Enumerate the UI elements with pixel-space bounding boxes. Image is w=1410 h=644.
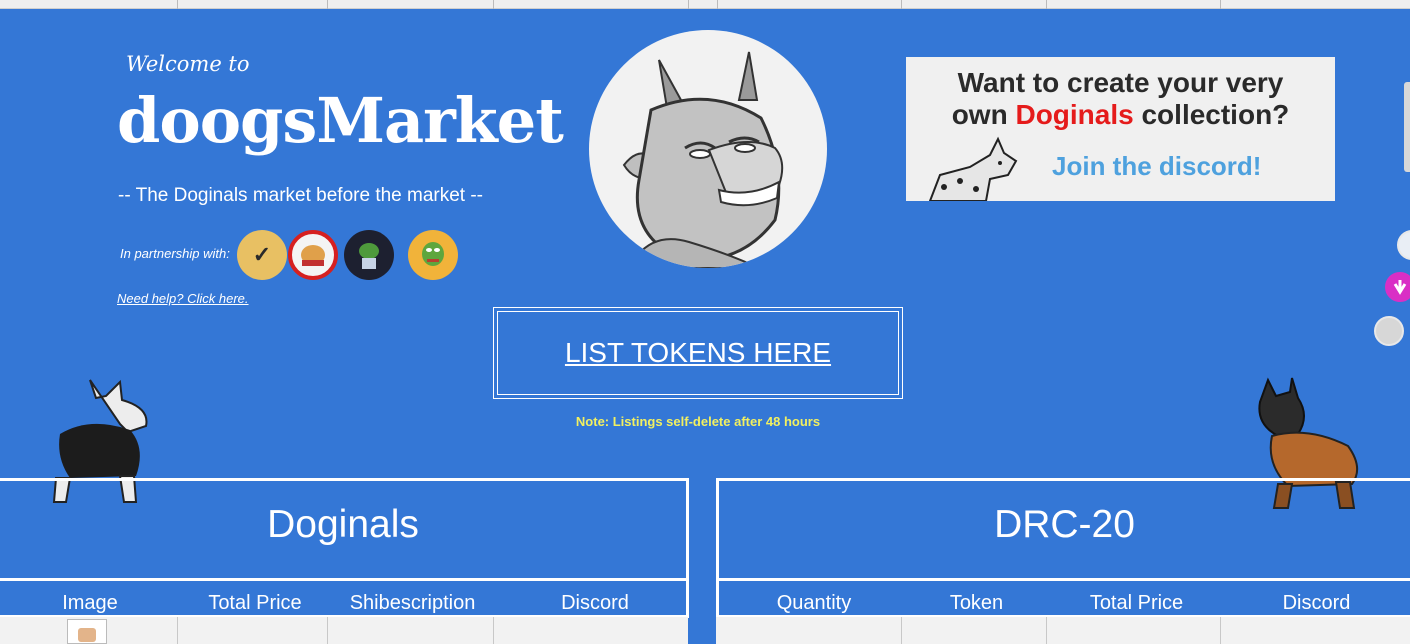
table-cell-divider <box>177 617 178 644</box>
top-table-strip <box>0 0 1410 9</box>
table-cell-divider <box>327 617 328 644</box>
promo-line2-end: collection? <box>1133 99 1290 130</box>
promo-line2-start: own <box>951 99 1016 130</box>
promo-headline: Want to create your very own Doginals co… <box>906 67 1335 131</box>
thumbnail-preview <box>78 628 96 642</box>
table-cell-divider <box>327 0 328 9</box>
hand-icon <box>1393 280 1407 295</box>
goat-avatar-icon[interactable] <box>1397 230 1410 260</box>
goat-promo-icon <box>928 136 1018 201</box>
pink-hand-icon[interactable] <box>1385 272 1410 302</box>
dogepay-icon <box>301 245 325 266</box>
column-header-total-price: Total Price <box>1089 592 1184 614</box>
column-header-shibescription: Shibescription <box>349 592 476 614</box>
column-header-token: Token <box>949 592 1004 614</box>
table-cell-divider <box>1046 617 1047 644</box>
table-cell-divider <box>717 0 718 9</box>
goat-small-icon[interactable] <box>1374 316 1404 346</box>
checkmark-doge-logo[interactable]: ✓ <box>237 230 287 280</box>
panel-divider <box>0 578 686 581</box>
column-header-discord: Discord <box>561 592 629 614</box>
help-link[interactable]: Need help? Click here. <box>117 291 249 306</box>
table-cell-divider <box>688 0 689 9</box>
goat-mascot-avatar <box>589 30 827 268</box>
discord-promo-banner[interactable]: Want to create your very own Doginals co… <box>906 57 1335 201</box>
column-header-total-price: Total Price <box>208 592 302 614</box>
partner-label: In partnership with: <box>120 246 230 261</box>
listing-note: Note: Listings self-delete after 48 hour… <box>575 414 821 429</box>
list-tokens-label: LIST TOKENS HERE <box>564 337 832 368</box>
pepe-logo[interactable] <box>408 230 458 280</box>
column-header-discord: Discord <box>1282 592 1351 614</box>
pepe-frog-icon <box>422 242 444 266</box>
side-panel-tab[interactable] <box>1404 82 1410 172</box>
promo-doginals-highlight: Doginals <box>1015 99 1134 130</box>
doginals-panel-title: Doginals <box>267 503 419 546</box>
list-tokens-button[interactable]: LIST TOKENS HERE <box>493 307 903 399</box>
welcome-text: Welcome to <box>126 52 250 76</box>
drc20-table-row <box>716 617 1410 644</box>
table-cell-divider <box>493 617 494 644</box>
column-header-quantity: Quantity <box>776 592 852 614</box>
doginal-thumbnail-image[interactable] <box>67 619 107 644</box>
site-tagline: -- The Doginals market before the market… <box>118 185 484 206</box>
panel-divider <box>719 578 1410 581</box>
site-title: doogsMarket <box>117 84 564 157</box>
doginals-panel: Doginals Image Total Price Shibescriptio… <box>0 478 689 618</box>
dogepay-logo[interactable] <box>288 230 338 280</box>
drc20-panel-title: DRC-20 <box>994 503 1135 546</box>
table-gap <box>688 618 716 644</box>
column-header-image: Image <box>62 592 118 614</box>
pepe-doge-logo[interactable] <box>344 230 394 280</box>
goat-mascot-icon <box>622 51 784 268</box>
table-cell-divider <box>493 0 494 9</box>
table-cell-divider <box>901 617 902 644</box>
drc20-panel: DRC-20 Quantity Token Total Price Discor… <box>716 478 1410 618</box>
pepe-doge-icon <box>359 243 379 269</box>
join-discord-cta: Join the discord! <box>1052 151 1262 181</box>
table-cell-divider <box>901 0 902 9</box>
table-cell-divider <box>1220 0 1221 9</box>
promo-line1: Want to create your very <box>957 67 1284 98</box>
table-cell-divider <box>1046 0 1047 9</box>
table-cell-divider <box>1220 617 1221 644</box>
table-cell-divider <box>177 0 178 9</box>
